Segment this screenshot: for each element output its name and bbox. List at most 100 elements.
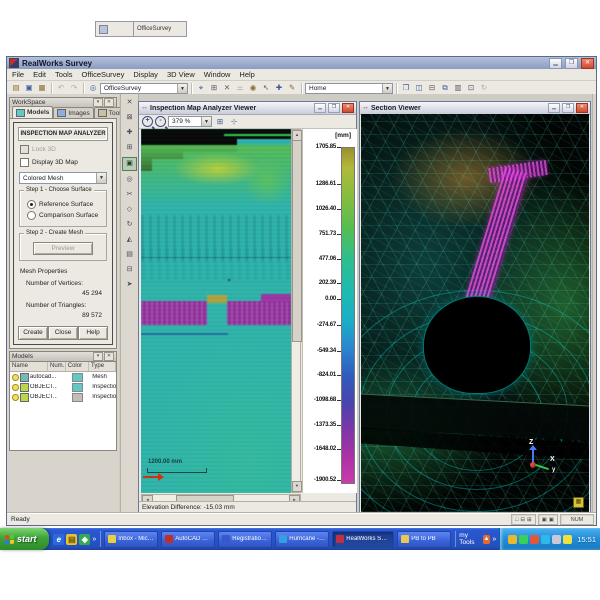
tray-icon[interactable] — [519, 535, 528, 544]
tool-pane[interactable]: ▣ ▣ — [538, 514, 558, 525]
menu-item-file[interactable]: File — [12, 70, 24, 79]
menu-item-display[interactable]: Display — [133, 70, 158, 79]
dock-tool-icon[interactable]: ◭ — [123, 234, 136, 246]
chevron-more-icon[interactable]: » — [92, 536, 96, 543]
menu-item-officesurvey[interactable]: OfficeSurvey — [82, 70, 125, 79]
officesurvey-combo[interactable]: OfficeSurvey▼ — [100, 83, 188, 94]
layout-pane[interactable]: □ ⊟ ⊞ — [511, 514, 536, 525]
print-icon[interactable]: ▦ — [36, 82, 48, 94]
models-header[interactable]: Models ▾ ✕ — [10, 352, 116, 361]
table-row[interactable]: autocad...Mesh — [10, 372, 116, 382]
tray-icon[interactable] — [552, 535, 561, 544]
lock-3d-checkbox[interactable] — [20, 145, 29, 154]
reference-surface-row[interactable]: Reference Surface — [27, 200, 103, 209]
scrollbar-thumb[interactable] — [292, 140, 302, 342]
tray-icon[interactable] — [563, 535, 572, 544]
visibility-bulb-icon[interactable] — [12, 394, 19, 401]
zoom-out-icon[interactable]: - — [155, 116, 166, 127]
fit-view-icon[interactable]: ⊞ — [214, 116, 226, 128]
edit-icon[interactable]: ✎ — [286, 82, 298, 94]
map-viewer-titlebar[interactable]: ↔ Inspection Map Analyzer Viewer ▁ ❐ ✕ — [139, 102, 356, 115]
task-button-inbox-microsof[interactable]: Inbox - Microsof... — [104, 531, 158, 548]
crosshair-icon[interactable]: ✚ — [273, 82, 285, 94]
table-row[interactable]: OBJECT...Inspectio — [10, 382, 116, 392]
dock-tool-icon[interactable]: ↻ — [123, 219, 136, 231]
app-shortcut-icon[interactable]: ◈ — [79, 534, 90, 545]
maximize-button[interactable]: ❐ — [328, 103, 340, 113]
delete-icon[interactable]: ✕ — [221, 82, 233, 94]
tool-icon[interactable]: ▲ — [483, 535, 491, 544]
floating-officesurvey-tab[interactable]: OfficeSurvey — [133, 21, 187, 37]
select-icon[interactable]: ↖ — [260, 82, 272, 94]
minimize-button[interactable]: ▁ — [314, 103, 326, 113]
menu-item-edit[interactable]: Edit — [33, 70, 46, 79]
lock-3d-row[interactable]: Lock 3D — [20, 145, 112, 154]
tab-models[interactable]: Models — [12, 106, 53, 118]
grid-icon[interactable]: ⊞ — [208, 82, 220, 94]
comparison-surface-radio[interactable] — [27, 211, 36, 220]
tile-horizontal-icon[interactable]: ⊟ — [426, 82, 438, 94]
close-all-icon[interactable]: ⊡ — [465, 82, 477, 94]
redo-icon[interactable]: ↷ — [68, 82, 80, 94]
tile-horizontal-icon[interactable]: ⊟ — [520, 517, 525, 523]
close-button[interactable]: ✕ — [342, 103, 354, 113]
visibility-bulb-icon[interactable] — [12, 384, 19, 391]
zoom-level-combo[interactable]: 379 % ▼ — [168, 116, 212, 127]
chevron-more-icon[interactable]: » — [492, 536, 496, 543]
minimize-button[interactable]: ▁ — [549, 58, 562, 69]
refresh-icon[interactable]: ↻ — [478, 82, 490, 94]
map-vertical-scrollbar[interactable]: ▲ ▼ — [291, 129, 301, 493]
close-button[interactable]: ✕ — [576, 103, 588, 113]
tray-icon[interactable] — [541, 535, 550, 544]
column-header-color[interactable]: Color — [66, 362, 89, 371]
task-button-registration-rep[interactable]: Registration Rep... — [218, 531, 272, 548]
start-button[interactable]: start — [0, 528, 49, 550]
maximize-button[interactable]: ❐ — [565, 58, 578, 69]
reference-surface-radio[interactable] — [27, 200, 36, 209]
dock-tool-icon[interactable]: ⊞ — [123, 142, 136, 154]
dock-tool-icon[interactable]: ✚ — [123, 127, 136, 139]
menu-item-tools[interactable]: Tools — [55, 70, 73, 79]
comparison-surface-row[interactable]: Comparison Surface — [27, 211, 103, 220]
folder-icon[interactable]: ▤ — [66, 534, 77, 545]
scroll-down-icon[interactable]: ▼ — [292, 481, 302, 492]
save-icon[interactable]: ▣ — [23, 82, 35, 94]
task-button-autocad-2002[interactable]: AutoCAD 2002 — [161, 531, 215, 548]
tile-vertical-icon[interactable]: ▥ — [452, 82, 464, 94]
maximize-button[interactable]: ❐ — [562, 103, 574, 113]
pin-button[interactable]: ▾ — [93, 352, 103, 361]
inspection-map-canvas[interactable]: 1200.00 mm — [141, 129, 291, 493]
help-button[interactable]: Help — [78, 326, 108, 340]
pick-icon[interactable]: ⌖ — [195, 82, 207, 94]
measure-icon[interactable]: ⊹ — [228, 116, 240, 128]
tab-images[interactable]: Images — [53, 107, 93, 118]
dock-tool-icon[interactable]: ◇ — [123, 204, 136, 216]
section-3d-canvas[interactable]: Z X y ▦ — [361, 114, 589, 512]
preview-button[interactable]: Preview — [33, 242, 93, 255]
layers-icon[interactable]: ⚌ — [234, 82, 246, 94]
close-analyzer-button[interactable]: Close — [48, 326, 78, 340]
dock-tool-icon[interactable]: ➤ — [123, 279, 136, 291]
undo-icon[interactable]: ↶ — [55, 82, 67, 94]
internet-explorer-icon[interactable]: e — [53, 534, 64, 545]
dock-tool-icon[interactable]: ◎ — [123, 174, 136, 186]
dock-tool-icon[interactable]: ▤ — [123, 249, 136, 261]
close-panel-button[interactable]: ✕ — [104, 98, 114, 107]
column-header-type[interactable]: Type — [89, 362, 116, 371]
menu-item-3d-view[interactable]: 3D View — [167, 70, 195, 79]
column-header-num[interactable]: Num... — [48, 362, 66, 371]
target-icon[interactable]: ◎ — [87, 82, 99, 94]
create-button[interactable]: Create — [18, 326, 48, 340]
tray-icon[interactable] — [508, 535, 517, 544]
dock-tool-icon[interactable]: ▣ — [122, 157, 137, 171]
visibility-bulb-icon[interactable] — [12, 374, 19, 381]
my-tools-toolbar[interactable]: my Tools ▲ » — [455, 531, 499, 547]
close-panel-button[interactable]: ✕ — [104, 352, 114, 361]
dock-tool-icon[interactable]: ✂ — [123, 189, 136, 201]
display-3d-row[interactable]: Display 3D Map — [20, 158, 112, 167]
tray-icon[interactable] — [530, 535, 539, 544]
dock-tool-icon[interactable]: ⊟ — [123, 264, 136, 276]
pin-button[interactable]: ▾ — [93, 98, 103, 107]
floating-toolbar-chip[interactable] — [95, 21, 137, 37]
display-3d-checkbox[interactable] — [20, 158, 29, 167]
